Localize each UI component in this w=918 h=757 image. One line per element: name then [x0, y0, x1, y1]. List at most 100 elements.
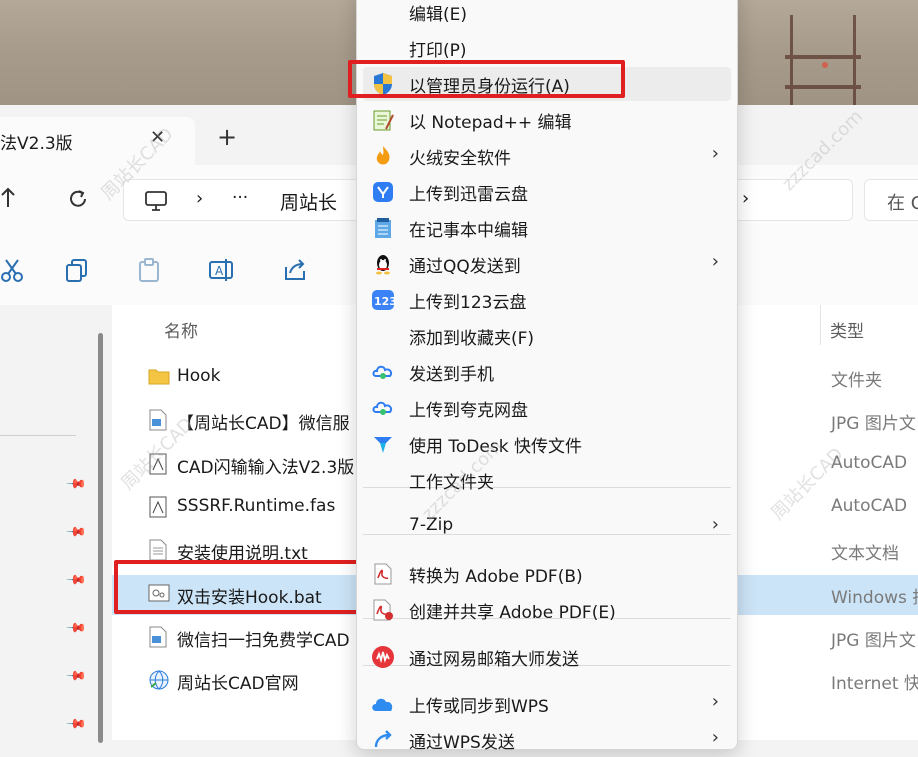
- file-name: SSSRF.Runtime.fas: [177, 495, 336, 516]
- menu-item[interactable]: 添加到收藏夹(F): [363, 319, 731, 353]
- file-name: CAD闪输输入法V2.3版: [177, 457, 355, 478]
- jpg-file-icon: [148, 626, 170, 648]
- pin-icon[interactable]: 📌: [65, 569, 87, 591]
- notepadpp-icon: [371, 108, 395, 132]
- pin-icon[interactable]: 📌: [65, 521, 87, 543]
- search-input[interactable]: 在 C: [864, 179, 918, 221]
- menu-item[interactable]: 上传到迅雷云盘: [363, 175, 731, 209]
- new-tab-button[interactable]: +: [217, 125, 237, 149]
- context-menu: 编辑(E) 打印(P) 以管理员身份运行(A) 以 Notepad++ 编辑 火绒安全软…: [356, 0, 738, 753]
- rename-icon[interactable]: A: [208, 257, 234, 283]
- breadcrumb-more[interactable]: ···: [232, 188, 248, 208]
- menu-item-label: 通过网易邮箱大师发送: [409, 650, 579, 670]
- submenu-chevron-icon: ›: [711, 251, 719, 272]
- menu-item[interactable]: 在记事本中编辑: [363, 211, 731, 245]
- wps-cloud-icon: [371, 692, 395, 716]
- menu-item-label: 火绒安全软件: [409, 149, 511, 169]
- menu-item-label: 7-Zip: [409, 515, 454, 535]
- menu-item[interactable]: 编辑(E): [363, 0, 731, 29]
- paste-icon[interactable]: [136, 257, 162, 283]
- file-type: Internet 快: [831, 674, 918, 695]
- menu-item[interactable]: 上传或同步到WPS ›: [363, 687, 731, 721]
- refresh-icon[interactable]: [67, 188, 89, 210]
- pin-icon[interactable]: 📌: [65, 665, 87, 687]
- submenu-chevron-icon: ›: [711, 727, 719, 748]
- tab-active[interactable]: 法V2.3版 ✕: [0, 117, 195, 165]
- pan123-icon: 123: [371, 288, 395, 312]
- menu-item-label: 创建并共享 Adobe PDF(E): [409, 603, 616, 623]
- annotation-box-run-as-admin: [348, 60, 625, 98]
- copy-icon[interactable]: [64, 257, 90, 283]
- menu-item[interactable]: 转换为 Adobe PDF(B): [363, 557, 731, 591]
- column-separator[interactable]: [820, 305, 821, 345]
- menu-item[interactable]: 火绒安全软件 ›: [363, 139, 731, 173]
- menu-item-label: 发送到手机: [409, 365, 494, 385]
- url-file-icon: [148, 669, 170, 691]
- nav-pane-divider: [0, 435, 76, 436]
- column-header-type[interactable]: 类型: [830, 317, 864, 342]
- file-name: 周站长CAD官网: [177, 674, 299, 695]
- netease-mail-icon: [371, 645, 395, 669]
- menu-item-label: 编辑(E): [409, 5, 468, 25]
- pin-icon[interactable]: 📌: [65, 473, 87, 495]
- menu-item[interactable]: 通过QQ发送到 ›: [363, 247, 731, 281]
- file-type: 文件夹: [831, 371, 882, 391]
- cut-icon[interactable]: [0, 257, 26, 283]
- up-arrow-icon[interactable]: [0, 187, 16, 209]
- wallpaper-light: [822, 62, 828, 68]
- annotation-box-bat-file: [114, 560, 366, 614]
- menu-item[interactable]: 发送到手机: [363, 355, 731, 389]
- submenu-chevron-icon: ›: [711, 514, 719, 535]
- submenu-chevron-icon: ›: [711, 143, 719, 164]
- file-name: 微信扫一扫免费学CAD: [177, 630, 350, 651]
- quark-cloud-icon: [371, 396, 395, 420]
- menu-item-label: 通过WPS发送: [409, 733, 515, 753]
- notepad-icon: [371, 216, 395, 240]
- column-header-name[interactable]: 名称: [164, 317, 198, 342]
- share-icon[interactable]: [282, 257, 308, 283]
- menu-item-label: 以 Notepad++ 编辑: [409, 113, 572, 133]
- huorong-icon: [371, 144, 395, 168]
- menu-item-label: 工作文件夹: [409, 473, 494, 493]
- menu-item[interactable]: 使用 ToDesk 快传文件: [363, 427, 731, 461]
- menu-item[interactable]: 通过网易邮箱大师发送: [363, 640, 731, 674]
- tab-close-icon[interactable]: ✕: [150, 127, 165, 148]
- folder-icon: [148, 366, 170, 388]
- menu-item-label: 在记事本中编辑: [409, 221, 528, 241]
- menu-item[interactable]: 7-Zip ›: [363, 510, 731, 544]
- svg-text:123: 123: [374, 295, 395, 308]
- menu-item-label: 上传到迅雷云盘: [409, 185, 528, 205]
- nav-pane-scrollbar[interactable]: [98, 333, 103, 743]
- fas-file-icon: [148, 496, 170, 518]
- jpg-file-icon: [148, 409, 170, 431]
- search-placeholder: 在 C: [887, 193, 918, 214]
- breadcrumb-dropdown-icon[interactable]: ›: [742, 188, 749, 209]
- pin-icon[interactable]: 📌: [65, 617, 87, 639]
- menu-item[interactable]: 以 Notepad++ 编辑: [363, 103, 731, 137]
- menu-item-label: 打印(P): [409, 41, 467, 61]
- menu-item[interactable]: 创建并共享 Adobe PDF(E): [363, 593, 731, 627]
- menu-item-label: 上传到123云盘: [409, 293, 527, 313]
- file-name: 【周站长CAD】微信服: [177, 414, 350, 435]
- breadcrumb-separator: ›: [196, 188, 204, 209]
- menu-item[interactable]: 123 上传到123云盘: [363, 283, 731, 317]
- pin-icon[interactable]: 📌: [65, 713, 87, 735]
- menu-item-label: 上传到夸克网盘: [409, 401, 528, 421]
- svg-text:A: A: [215, 264, 224, 278]
- menu-item[interactable]: 上传到夸克网盘: [363, 391, 731, 425]
- menu-item-label: 添加到收藏夹(F): [409, 329, 535, 349]
- file-type: JPG 图片文: [831, 630, 916, 651]
- breadcrumb-item[interactable]: 周站长: [280, 188, 337, 215]
- todesk-icon: [371, 432, 395, 456]
- file-type: AutoCAD: [831, 495, 908, 516]
- menu-item[interactable]: 通过WPS发送 ›: [363, 723, 731, 757]
- menu-item-label: 通过QQ发送到: [409, 257, 521, 277]
- adobe-pdf-icon: [371, 562, 395, 586]
- menu-item[interactable]: 工作文件夹: [363, 463, 731, 497]
- quark-icon: [371, 360, 395, 384]
- submenu-chevron-icon: ›: [711, 691, 719, 712]
- xunlei-icon: [371, 180, 395, 204]
- menu-item-label: 使用 ToDesk 快传文件: [409, 437, 582, 457]
- file-type: AutoCAD: [831, 452, 908, 473]
- file-name: Hook: [177, 366, 221, 386]
